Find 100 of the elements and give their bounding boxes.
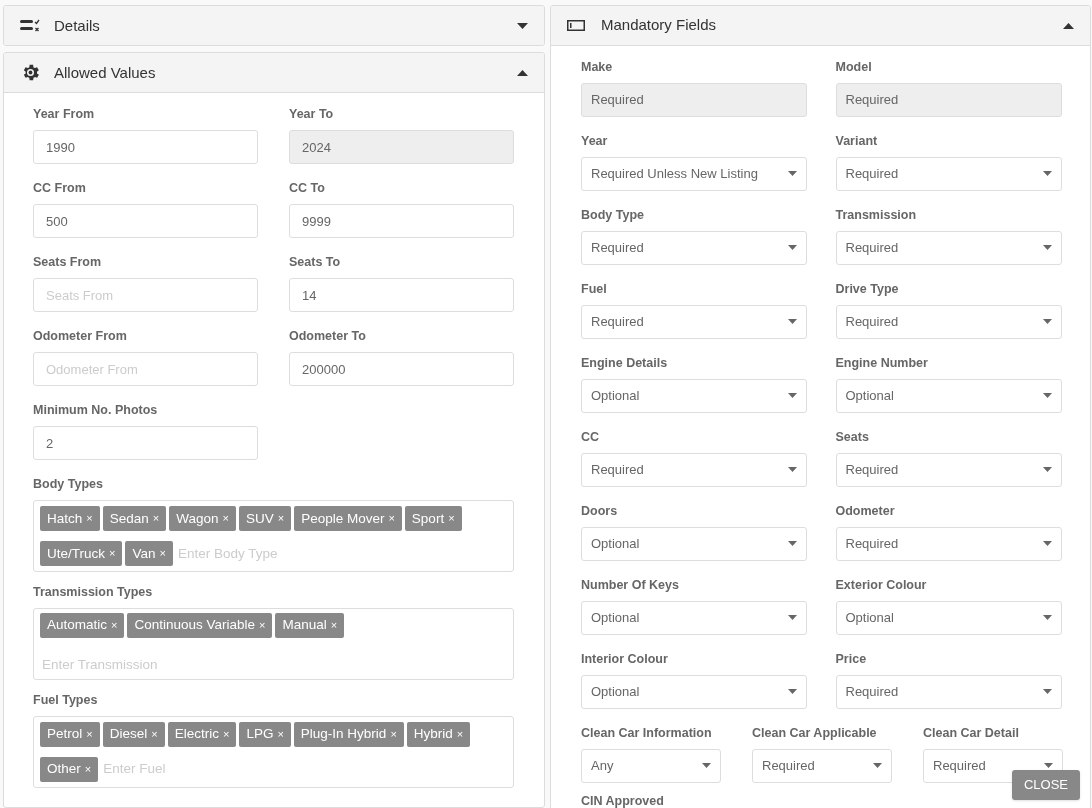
tag-label: Sport (411, 509, 445, 528)
field-label: Seats From (33, 254, 103, 272)
field-label: Number Of Keys (581, 577, 680, 594)
dropdown[interactable]: Required Unless New Listing (581, 156, 807, 191)
caret-down-icon (788, 319, 797, 325)
tag-label: People Mover (301, 509, 385, 528)
field-label: CC To (289, 180, 326, 198)
tag-label: Continuous Variable (134, 616, 256, 635)
dropdown[interactable]: Required (581, 230, 807, 265)
field-label: Seats (835, 429, 870, 446)
dropdown[interactable]: Optional (581, 526, 807, 561)
dropdown[interactable]: Optional (835, 600, 1062, 635)
field-label: Fuel (581, 281, 608, 298)
input-field[interactable]: 500 (33, 204, 258, 239)
field-label: Clean Car Detail (923, 725, 1020, 742)
field-label: CC From (33, 180, 87, 198)
remove-tag-button[interactable]: × (259, 617, 266, 634)
panel-title: Mandatory Fields (601, 15, 718, 36)
field-label: Engine Details (581, 355, 669, 372)
remove-tag-button[interactable]: × (109, 545, 116, 562)
caret-down-icon (702, 763, 711, 769)
field-label: Make (581, 59, 614, 76)
remove-tag-button[interactable]: × (151, 725, 158, 743)
dropdown[interactable]: Any (581, 748, 721, 783)
caret-down-icon (1042, 615, 1052, 621)
dropdown[interactable]: Required (752, 748, 892, 783)
field-label: Odometer To (289, 328, 367, 346)
input-field[interactable]: 14 (289, 278, 514, 313)
input-field[interactable]: 200000 (289, 352, 514, 387)
input-field[interactable]: 1990 (33, 130, 258, 165)
dropdown[interactable]: Required (835, 230, 1062, 265)
dropdown[interactable]: Optional (581, 378, 807, 413)
field-label: Fuel Types (33, 691, 99, 709)
field-label: CIN Approved (581, 793, 665, 808)
caret-down-icon (1042, 171, 1052, 177)
caret-down-icon (1042, 541, 1052, 547)
tag-label: Diesel (109, 725, 148, 743)
caret-down-icon (788, 171, 797, 177)
panel-header[interactable]: Details (4, 6, 544, 46)
panel-header[interactable]: Mandatory Fields (551, 6, 1090, 46)
dropdown[interactable]: Required (581, 304, 807, 339)
panel-header[interactable]: Allowed Values (4, 53, 544, 94)
tag-label: Manual (282, 616, 327, 635)
caret-up-icon (517, 69, 528, 76)
field-label: Seats To (289, 254, 342, 272)
field-label: Year (581, 133, 609, 150)
remove-tag-button[interactable]: × (277, 510, 285, 527)
caret-down-icon (788, 615, 797, 621)
remove-tag-button[interactable]: × (277, 725, 284, 743)
remove-tag-button[interactable]: × (456, 725, 464, 743)
field-label: Exterior Colour (835, 577, 928, 594)
field-label: Clean Car Information (581, 725, 713, 742)
dropdown[interactable]: Optional (581, 600, 807, 635)
field-label: Doors (581, 503, 619, 520)
tag-label: Automatic (47, 616, 108, 635)
caret-down-icon (788, 541, 797, 547)
tag-label: Plug-In Hybrid (300, 725, 387, 743)
caret-down-icon (1042, 689, 1052, 695)
remove-tag-button[interactable]: × (222, 510, 229, 527)
remove-tag-button[interactable]: × (84, 760, 92, 778)
remove-tag-button[interactable]: × (111, 617, 118, 634)
tag-label: Ute/Truck (47, 544, 105, 563)
field-label: Price (835, 651, 868, 668)
field-label: Drive Type (835, 281, 900, 298)
field-label: Year From (33, 106, 96, 124)
dropdown[interactable]: Optional (581, 674, 807, 709)
tag-label: Wagon (176, 509, 219, 528)
dropdown[interactable]: Required (835, 452, 1062, 487)
remove-tag-button[interactable]: × (86, 725, 93, 743)
field-label: CC (581, 429, 601, 446)
caret-up-icon (1063, 22, 1074, 29)
input-field[interactable]: 2 (33, 426, 258, 461)
input-field[interactable]: 9999 (289, 204, 514, 239)
remove-tag-button[interactable]: × (330, 617, 338, 634)
field-label: Variant (835, 133, 879, 150)
input-box-icon (567, 20, 585, 31)
panel-title: Allowed Values (54, 62, 157, 83)
dropdown[interactable]: Required (835, 674, 1062, 709)
remove-tag-button[interactable]: × (222, 725, 230, 743)
remove-tag-button[interactable]: × (388, 510, 395, 527)
dropdown[interactable]: Required (581, 452, 807, 487)
remove-tag-button[interactable]: × (448, 510, 455, 527)
remove-tag-button[interactable]: × (159, 545, 166, 562)
caret-down-icon (1042, 245, 1052, 251)
list-check-icon (20, 19, 40, 33)
field-label: Body Type (581, 207, 645, 224)
caret-down-icon (788, 689, 797, 695)
field-label: Interior Colour (581, 651, 669, 668)
dropdown[interactable]: Required (835, 156, 1062, 191)
remove-tag-button[interactable]: × (152, 510, 160, 527)
dropdown[interactable]: Required (835, 526, 1062, 561)
remove-tag-button[interactable]: × (390, 725, 397, 743)
field-label: Odometer From (33, 328, 128, 346)
remove-tag-button[interactable]: × (86, 510, 93, 527)
close-button[interactable]: CLOSE (1011, 770, 1080, 800)
tag-label: Sedan (109, 509, 149, 528)
dropdown[interactable]: Optional (835, 378, 1062, 413)
caret-down-icon (788, 245, 797, 251)
dropdown[interactable]: Required (835, 304, 1062, 339)
tag-label: Van (132, 544, 156, 563)
